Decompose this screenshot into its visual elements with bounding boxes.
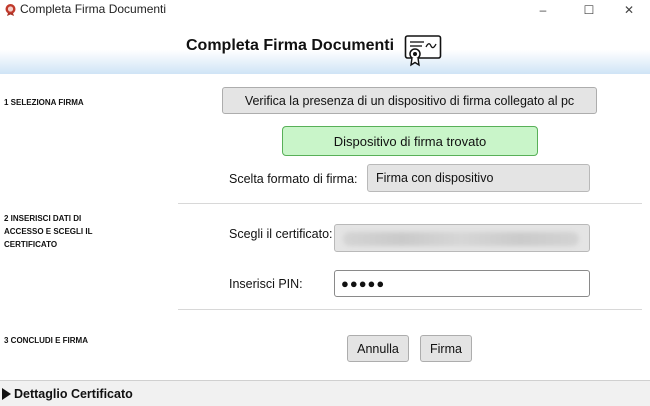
certificate-select[interactable] bbox=[334, 224, 590, 252]
section-divider bbox=[178, 309, 642, 310]
section-label-access-data: 2 INSERISCI DATI DI ACCESSO E SCEGLI IL … bbox=[4, 214, 93, 249]
pin-label: Inserisci PIN: bbox=[229, 277, 303, 291]
section-label-select-signature: 1 SELEZIONA FIRMA bbox=[4, 98, 84, 107]
signature-format-label: Scelta formato di firma: bbox=[229, 172, 358, 186]
close-button[interactable]: ✕ bbox=[608, 0, 650, 20]
certificate-label: Scegli il certificato: bbox=[229, 227, 333, 241]
verify-device-button[interactable]: Verifica la presenza di un dispositivo d… bbox=[222, 87, 597, 114]
cancel-button[interactable]: Annulla bbox=[347, 335, 409, 362]
pin-input[interactable]: ●●●●● bbox=[334, 270, 590, 297]
section-label-conclude: 3 CONCLUDI E FIRMA bbox=[4, 336, 88, 345]
certificate-icon bbox=[404, 35, 442, 67]
maximize-button[interactable]: ☐ bbox=[566, 0, 612, 20]
certificate-details-expander[interactable]: Dettaglio Certificato bbox=[0, 380, 650, 406]
expand-arrow-icon bbox=[2, 388, 11, 400]
device-found-status: Dispositivo di firma trovato bbox=[282, 126, 538, 156]
window-title: Completa Firma Documenti bbox=[20, 2, 167, 16]
dialog-header: Completa Firma Documenti bbox=[0, 20, 650, 74]
sign-button[interactable]: Firma bbox=[420, 335, 472, 362]
minimize-button[interactable]: – bbox=[520, 0, 566, 20]
section-divider bbox=[178, 203, 642, 204]
certificate-details-label: Dettaglio Certificato bbox=[14, 387, 133, 401]
window-titlebar: Completa Firma Documenti – ☐ ✕ bbox=[0, 0, 650, 20]
dialog-title: Completa Firma Documenti bbox=[186, 37, 395, 54]
certificate-value-redacted bbox=[343, 232, 579, 246]
app-seal-icon bbox=[5, 4, 16, 16]
signature-format-select[interactable]: Firma con dispositivo bbox=[367, 164, 590, 192]
